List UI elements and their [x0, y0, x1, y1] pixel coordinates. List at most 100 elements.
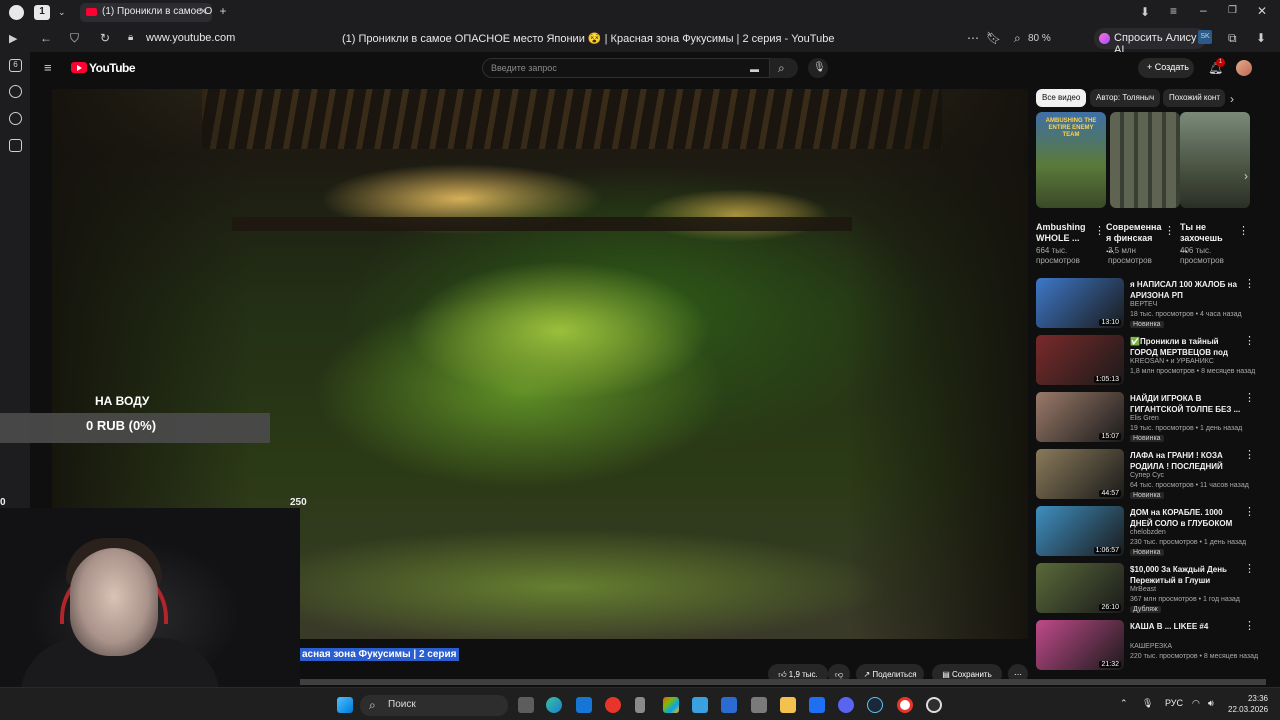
browser-logo-icon[interactable] [9, 5, 24, 20]
page-scrollbar-horizontal[interactable] [300, 679, 1266, 685]
wifi-icon[interactable]: ◠ [1192, 698, 1200, 709]
short-menu-icon[interactable]: ⋮ [1164, 224, 1175, 237]
video-channel[interactable]: Elis Gren [1130, 415, 1159, 422]
maximize-icon[interactable]: ❐ [1228, 4, 1237, 18]
apps-icon[interactable] [721, 697, 737, 713]
history-icon[interactable] [9, 112, 22, 125]
short-thumbnail-2[interactable] [1180, 112, 1250, 208]
taskbar-search[interactable]: ⌕ Поиск [360, 695, 508, 716]
video-menu-icon[interactable]: ⋮ [1244, 391, 1255, 404]
search-button[interactable]: ⌕ [770, 58, 798, 78]
create-button[interactable]: + Создать [1138, 58, 1194, 78]
reload-icon[interactable]: ↻ [100, 31, 110, 45]
short-thumbnail-1[interactable] [1110, 112, 1180, 208]
youtube-logo-icon[interactable] [71, 62, 87, 73]
steam-icon[interactable] [867, 697, 883, 713]
obs-icon[interactable] [926, 697, 942, 713]
video-title[interactable]: ДОМ на КОРАБЛЕ. 1000 ДНЕЙ СОЛО в ГЛУБОКО… [1130, 507, 1242, 529]
play-icon[interactable]: ▶ [9, 32, 17, 46]
video-title[interactable]: КАША В ... LIKEE #4 [1130, 621, 1242, 632]
video-menu-icon[interactable]: ⋮ [1244, 505, 1255, 518]
minimize-icon[interactable]: – [1200, 3, 1207, 17]
store-icon[interactable] [663, 697, 679, 713]
close-tab-icon[interactable]: ✕ [199, 5, 208, 18]
video-menu-icon[interactable]: ⋮ [1244, 619, 1255, 632]
video-channel[interactable]: ВЕРТЕЧ [1130, 301, 1157, 308]
new-tab-icon[interactable]: + [216, 4, 230, 18]
more-icon[interactable]: ⋯ [967, 31, 979, 45]
language-indicator[interactable]: РУС [1165, 698, 1183, 708]
url-field[interactable]: www.youtube.com [146, 32, 235, 44]
video-thumbnail[interactable]: 1:06:57 [1036, 506, 1124, 556]
phone-icon[interactable] [635, 697, 645, 713]
alice-button[interactable]: Спросить Алису AI [1094, 28, 1206, 56]
camera-icon[interactable] [9, 85, 22, 98]
video-channel[interactable]: KREOSAN • и УРБАНИКС [1130, 358, 1214, 365]
video-thumbnail[interactable]: 26:10 [1036, 563, 1124, 613]
video-channel[interactable]: Супер Сус [1130, 472, 1164, 479]
video-title[interactable]: я НАПИСАЛ 100 ЖАЛОБ на АРИЗОНА РП [1130, 279, 1242, 301]
video-thumbnail[interactable]: 44:57 [1036, 449, 1124, 499]
video-thumbnail[interactable]: 21:32 [1036, 620, 1124, 670]
extensions-icon[interactable]: ⧉ [1228, 31, 1237, 45]
keyboard-icon[interactable]: ▬ [750, 62, 759, 76]
volume-icon[interactable]: 🔊︎ [1208, 698, 1214, 709]
download-icon[interactable]: ⬇ [1140, 5, 1150, 19]
close-window-icon[interactable]: ✕ [1257, 4, 1267, 18]
downloads-icon[interactable]: ⬇ [1256, 31, 1266, 45]
tab-active[interactable]: (1) Проникли в самое ОПАСНОЕ ✕ [80, 3, 212, 22]
task-view-icon[interactable] [518, 697, 534, 713]
voice-search-button[interactable]: 🎙︎ [808, 58, 828, 78]
camera-app-icon[interactable] [751, 697, 767, 713]
short-menu-icon[interactable]: ⋮ [1094, 224, 1105, 237]
zoom-icon[interactable]: ⌕ [1014, 31, 1021, 45]
video-title[interactable]: ✅Проникли в тайный ГОРОД МЕРТВЕЦОВ под П… [1130, 336, 1242, 358]
discord-icon[interactable] [838, 697, 854, 713]
tab-counter[interactable]: 1 [34, 5, 50, 20]
video-menu-icon[interactable]: ⋮ [1244, 562, 1255, 575]
youtube-logo[interactable]: YouTube [89, 61, 136, 75]
tray-chevron-icon[interactable]: ⌃ [1120, 698, 1128, 709]
lock-icon[interactable]: 🔒︎ [128, 31, 133, 45]
video-thumbnail[interactable]: 1:05:13 [1036, 335, 1124, 385]
video-channel[interactable]: chelobzden [1130, 529, 1166, 536]
back-icon[interactable]: ← [40, 31, 52, 45]
yandex-browser-icon[interactable] [897, 697, 913, 713]
video-title[interactable]: ЛАФА на ГРАНИ ! КОЗА РОДИЛА ! ПОСЛЕДНИЙ … [1130, 450, 1242, 472]
short-thumbnail-0[interactable]: AMBUSHING THE ENTIRE ENEMY TEAM [1036, 112, 1106, 208]
chip-similar[interactable]: Похожий конт [1163, 89, 1225, 107]
video-menu-icon[interactable]: ⋮ [1244, 277, 1255, 290]
windows-start-icon[interactable] [337, 697, 353, 713]
translate-icon[interactable]: SK [1198, 30, 1212, 44]
shorts-next-icon[interactable]: › [1244, 169, 1248, 183]
hamburger-menu-icon[interactable]: ≡ [44, 61, 52, 75]
collections-icon[interactable] [9, 139, 22, 152]
video-menu-icon[interactable]: ⋮ [1244, 448, 1255, 461]
chevron-right-icon[interactable]: › [1230, 92, 1234, 106]
video-channel[interactable]: MrBeast [1130, 586, 1156, 593]
shield-icon[interactable]: ⛉ [70, 31, 79, 45]
clock[interactable]: 23:36 22.03.2026 [1228, 693, 1268, 715]
mic-tray-icon[interactable]: 🎙︎ [1142, 698, 1153, 709]
avatar[interactable] [1236, 60, 1252, 76]
explorer-icon[interactable] [780, 697, 796, 713]
video-thumbnail[interactable]: 13:10 [1036, 278, 1124, 328]
outlook-icon[interactable] [576, 697, 592, 713]
video-menu-icon[interactable]: ⋮ [1244, 334, 1255, 347]
yandex-icon[interactable] [605, 697, 621, 713]
bookmark-icon[interactable]: 🔖︎ [986, 31, 1001, 45]
chip-author[interactable]: Автор: Толяныч [1090, 89, 1161, 107]
short-menu-icon[interactable]: ⋮ [1238, 224, 1249, 237]
video-channel[interactable]: КАШЕРЕЗКА [1130, 643, 1172, 650]
search-input[interactable]: Введите запрос [482, 58, 770, 78]
rail-badge-icon[interactable]: 6 [9, 59, 22, 72]
zoom-level[interactable]: 80 % [1028, 32, 1051, 46]
video-title[interactable]: $10,000 За Каждый День Пережитый в Глуши [1130, 564, 1242, 586]
edge-icon[interactable] [546, 697, 562, 713]
video-thumbnail[interactable]: 15:07 [1036, 392, 1124, 442]
chip-all[interactable]: Все видео [1036, 89, 1087, 107]
short-title[interactable]: Ambushing WHOLE ... [1036, 222, 1092, 244]
photos-icon[interactable] [692, 697, 708, 713]
vpn-icon[interactable] [809, 697, 825, 713]
menu-icon[interactable]: ≡ [1170, 4, 1177, 18]
